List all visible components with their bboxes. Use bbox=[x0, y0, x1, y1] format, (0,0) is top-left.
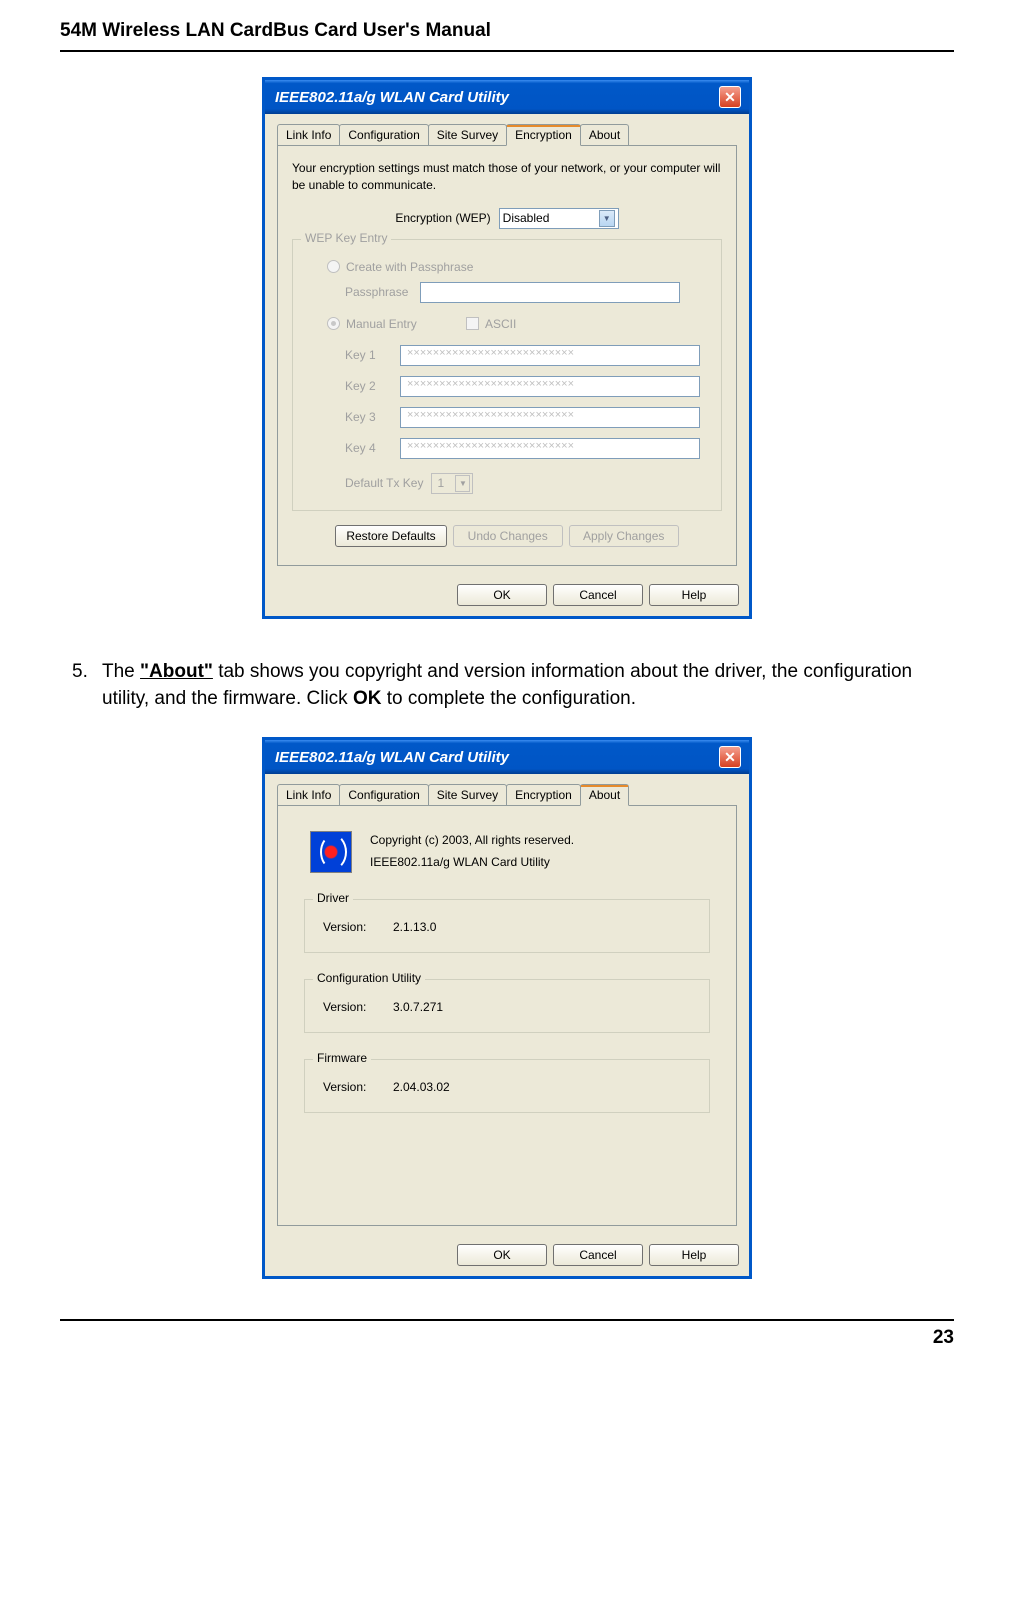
dialog-buttons: OK Cancel Help bbox=[265, 576, 749, 616]
screenshot-encryption: IEEE802.11a/g WLAN Card Utility ✕ Link I… bbox=[60, 77, 954, 619]
tab-site-survey[interactable]: Site Survey bbox=[428, 784, 507, 805]
firmware-group-title: Firmware bbox=[313, 1051, 371, 1065]
page-number: 23 bbox=[60, 1319, 954, 1349]
product-logo-icon bbox=[310, 831, 352, 873]
config-group-title: Configuration Utility bbox=[313, 971, 425, 985]
titlebar: IEEE802.11a/g WLAN Card Utility ✕ bbox=[265, 740, 749, 774]
step-5: 5. The "About" tab shows you copyright a… bbox=[72, 659, 954, 712]
product-name: IEEE802.11a/g WLAN Card Utility bbox=[370, 852, 574, 874]
dialog-body: Link Info Configuration Site Survey Encr… bbox=[265, 114, 749, 576]
ok-button[interactable]: OK bbox=[457, 1244, 547, 1266]
close-icon[interactable]: ✕ bbox=[719, 86, 741, 108]
key1-label: Key 1 bbox=[345, 348, 400, 362]
driver-version-value: 2.1.13.0 bbox=[393, 920, 436, 934]
apply-changes-button: Apply Changes bbox=[569, 525, 679, 547]
firmware-version-label: Version: bbox=[323, 1080, 393, 1094]
radio-manual-label: Manual Entry bbox=[346, 317, 466, 331]
tab-panel-about: Copyright (c) 2003, All rights reserved.… bbox=[277, 806, 737, 1226]
radio-passphrase bbox=[327, 260, 340, 273]
config-version-value: 3.0.7.271 bbox=[393, 1000, 443, 1014]
tab-configuration[interactable]: Configuration bbox=[339, 784, 428, 805]
step-prefix: The bbox=[102, 661, 140, 682]
tab-encryption[interactable]: Encryption bbox=[506, 124, 581, 146]
window-title: IEEE802.11a/g WLAN Card Utility bbox=[275, 749, 509, 766]
passphrase-input bbox=[420, 282, 680, 303]
step-text: The "About" tab shows you copyright and … bbox=[102, 659, 954, 712]
tab-about[interactable]: About bbox=[580, 784, 629, 806]
step-suffix: to complete the configuration. bbox=[381, 688, 636, 709]
about-header: Copyright (c) 2003, All rights reserved.… bbox=[310, 830, 722, 873]
config-version-label: Version: bbox=[323, 1000, 393, 1014]
tab-link-info[interactable]: Link Info bbox=[277, 124, 340, 145]
driver-group: Driver Version: 2.1.13.0 bbox=[304, 899, 710, 953]
default-tx-select: 1 ▼ bbox=[431, 473, 473, 494]
step-number: 5. bbox=[72, 659, 102, 712]
page-header: 54M Wireless LAN CardBus Card User's Man… bbox=[60, 20, 954, 52]
driver-version-label: Version: bbox=[323, 920, 393, 934]
key2-label: Key 2 bbox=[345, 379, 400, 393]
config-utility-group: Configuration Utility Version: 3.0.7.271 bbox=[304, 979, 710, 1033]
copyright-text: Copyright (c) 2003, All rights reserved. bbox=[370, 830, 574, 852]
key2-input: ×××××××××××××××××××××××××× bbox=[400, 376, 700, 397]
close-icon[interactable]: ✕ bbox=[719, 746, 741, 768]
dialog-body: Link Info Configuration Site Survey Encr… bbox=[265, 774, 749, 1236]
tab-configuration[interactable]: Configuration bbox=[339, 124, 428, 145]
key3-label: Key 3 bbox=[345, 410, 400, 424]
dialog-about: IEEE802.11a/g WLAN Card Utility ✕ Link I… bbox=[262, 737, 752, 1279]
dialog-buttons: OK Cancel Help bbox=[265, 1236, 749, 1276]
cancel-button[interactable]: Cancel bbox=[553, 1244, 643, 1266]
passphrase-label: Passphrase bbox=[345, 285, 420, 299]
default-tx-value: 1 bbox=[437, 476, 444, 490]
step-bold2: OK bbox=[353, 688, 382, 709]
key4-input: ×××××××××××××××××××××××××× bbox=[400, 438, 700, 459]
wep-group-title: WEP Key Entry bbox=[301, 231, 391, 245]
tab-site-survey[interactable]: Site Survey bbox=[428, 124, 507, 145]
wep-button-row: Restore Defaults Undo Changes Apply Chan… bbox=[292, 525, 722, 547]
radio-manual bbox=[327, 317, 340, 330]
screenshot-about: IEEE802.11a/g WLAN Card Utility ✕ Link I… bbox=[60, 737, 954, 1279]
dialog-encryption: IEEE802.11a/g WLAN Card Utility ✕ Link I… bbox=[262, 77, 752, 619]
encryption-select[interactable]: Disabled ▼ bbox=[499, 208, 619, 229]
step-bold1: "About" bbox=[140, 661, 213, 682]
chevron-down-icon: ▼ bbox=[455, 475, 470, 492]
driver-group-title: Driver bbox=[313, 891, 353, 905]
tab-strip: Link Info Configuration Site Survey Encr… bbox=[277, 784, 737, 806]
intro-text: Your encryption settings must match thos… bbox=[292, 160, 722, 194]
firmware-group: Firmware Version: 2.04.03.02 bbox=[304, 1059, 710, 1113]
help-button[interactable]: Help bbox=[649, 1244, 739, 1266]
key3-input: ×××××××××××××××××××××××××× bbox=[400, 407, 700, 428]
wep-groupbox: WEP Key Entry Create with Passphrase Pas… bbox=[292, 239, 722, 511]
help-button[interactable]: Help bbox=[649, 584, 739, 606]
window-title: IEEE802.11a/g WLAN Card Utility bbox=[275, 89, 509, 106]
about-header-text: Copyright (c) 2003, All rights reserved.… bbox=[370, 830, 574, 873]
tab-about[interactable]: About bbox=[580, 124, 629, 145]
radio-passphrase-label: Create with Passphrase bbox=[346, 260, 473, 274]
titlebar: IEEE802.11a/g WLAN Card Utility ✕ bbox=[265, 80, 749, 114]
cancel-button[interactable]: Cancel bbox=[553, 584, 643, 606]
encryption-value: Disabled bbox=[503, 211, 550, 225]
chevron-down-icon: ▼ bbox=[599, 210, 615, 227]
key4-label: Key 4 bbox=[345, 441, 400, 455]
firmware-version-value: 2.04.03.02 bbox=[393, 1080, 450, 1094]
ascii-checkbox bbox=[466, 317, 479, 330]
tab-link-info[interactable]: Link Info bbox=[277, 784, 340, 805]
undo-changes-button: Undo Changes bbox=[453, 525, 563, 547]
tab-panel-encryption: Your encryption settings must match thos… bbox=[277, 146, 737, 566]
tab-strip: Link Info Configuration Site Survey Encr… bbox=[277, 124, 737, 146]
key1-input: ×××××××××××××××××××××××××× bbox=[400, 345, 700, 366]
ascii-label: ASCII bbox=[485, 317, 516, 331]
default-tx-label: Default Tx Key bbox=[345, 476, 423, 490]
restore-defaults-button[interactable]: Restore Defaults bbox=[335, 525, 446, 547]
ok-button[interactable]: OK bbox=[457, 584, 547, 606]
tab-encryption[interactable]: Encryption bbox=[506, 784, 581, 805]
encryption-label: Encryption (WEP) bbox=[395, 211, 490, 225]
